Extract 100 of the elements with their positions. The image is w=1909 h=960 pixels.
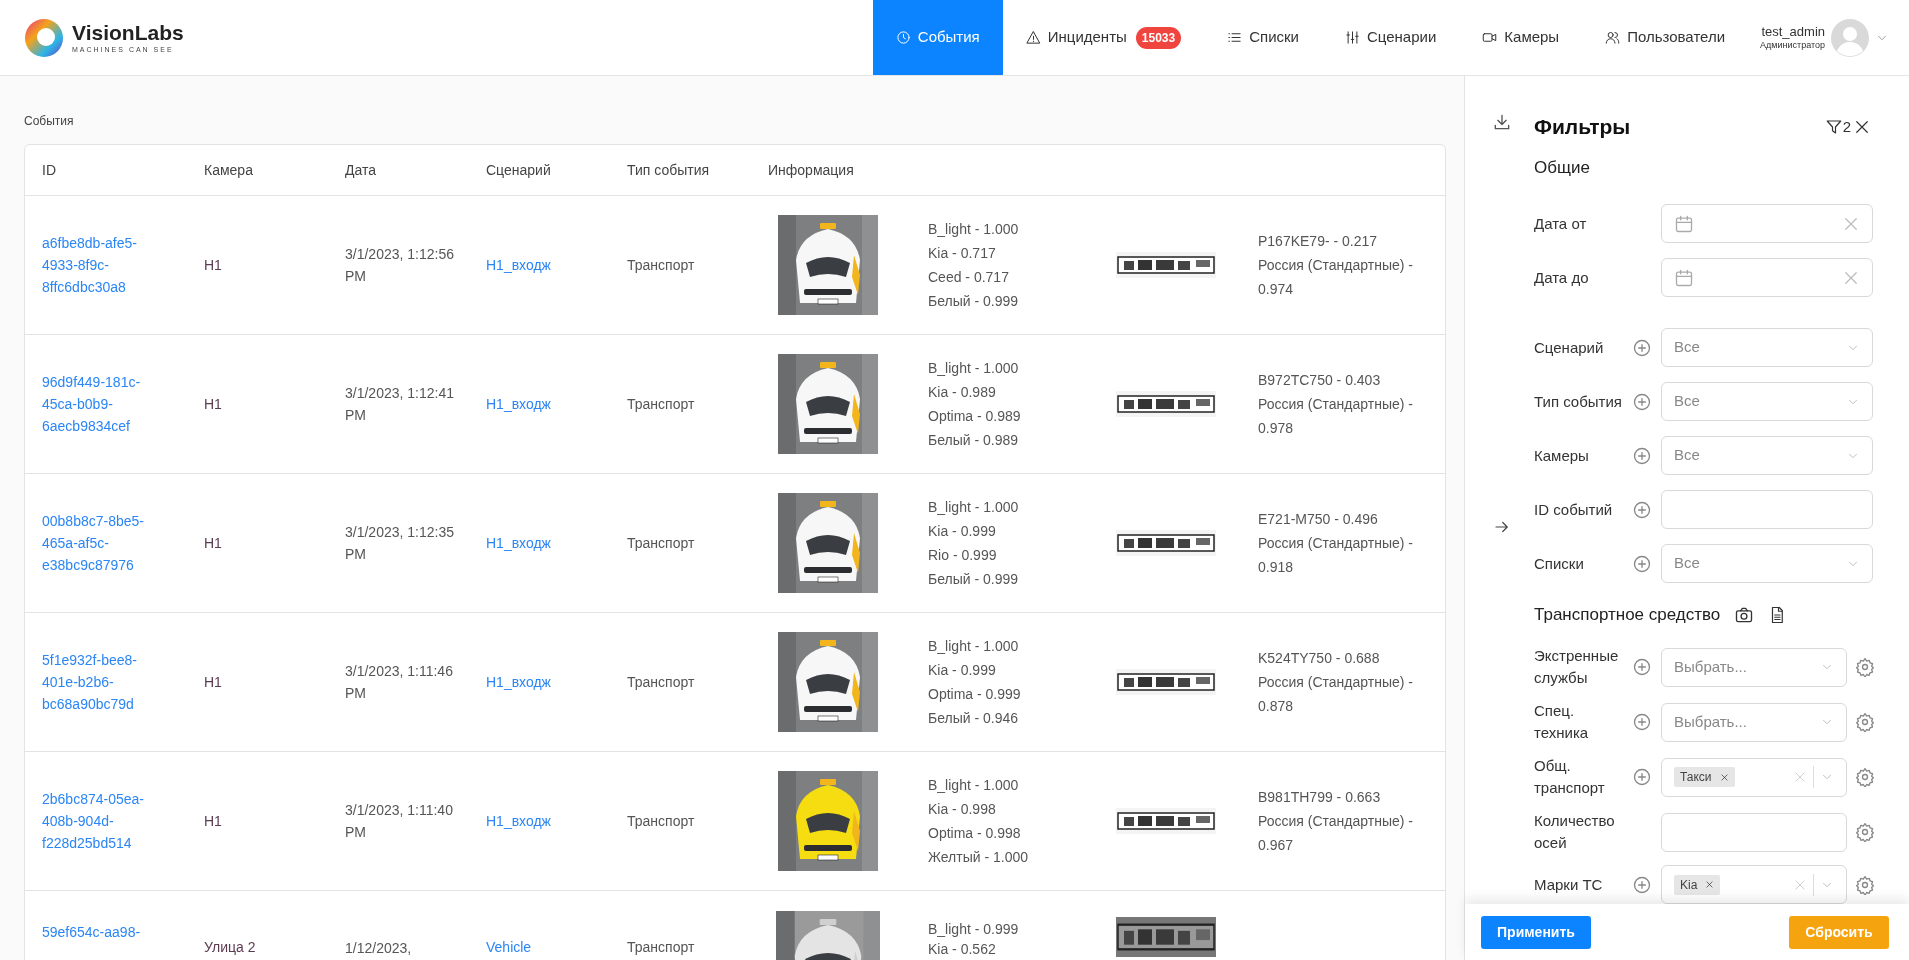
table-cell-text: 1/12/2023, [345,939,413,958]
attribute-text: Белый - 0.946 [928,709,1020,728]
input-field[interactable] [1661,490,1873,529]
add-circle-icon[interactable] [1632,553,1652,574]
scenario-link[interactable]: Vehicle [486,891,627,958]
nav-tab[interactable]: Инциденты 15033 [1002,0,1205,75]
add-circle-icon[interactable] [1632,499,1652,520]
event-id-link[interactable]: a6fbe8db-afe5-4933-8f9c-8ffc6dbc30a8 [42,232,204,298]
section-title: Транспортное средство [1534,604,1721,627]
add-circle-icon[interactable] [1632,657,1652,677]
tag-select-field[interactable]: Kia [1661,865,1847,904]
tag-label: Такси [1680,769,1712,786]
apply-button[interactable]: Применить [1481,915,1591,949]
scenario-link[interactable]: H1_входж [486,532,627,554]
plate-text: Россия (Стандартные) - 0.918 [1258,534,1414,577]
reset-button[interactable]: Сбросить [1789,915,1889,949]
table-cell-text: Транспорт [627,255,696,275]
event-id-link[interactable]: 2b6bc874-05ea-408b-904d-f228d25bd514 [42,788,204,854]
nav-tab[interactable]: Камеры [1459,0,1583,75]
select-field[interactable]: Выбрать... [1661,702,1847,742]
nav-tab[interactable]: Списки [1204,0,1322,75]
nav-tab[interactable]: События [872,0,1003,75]
select-field[interactable]: Выбрать... [1661,647,1847,687]
table-cell-text: H1 [204,672,223,692]
plate-text: K524TY750 - 0.688 [1258,649,1381,668]
add-circle-icon[interactable] [1632,767,1652,787]
attribute-text: Желтый - 1.000 [928,848,1030,867]
attribute-text: Kia - 0.998 [928,800,997,819]
section-title: Общие [1534,157,1590,180]
attribute-text: Белый - 0.989 [928,431,1020,450]
count-badge: 15033 [1135,26,1182,49]
settings-icon[interactable] [1855,712,1875,732]
select-field[interactable]: Все [1661,436,1873,475]
select-field[interactable]: Все [1661,328,1873,367]
field-label: Марки ТС [1534,874,1604,895]
tag-select-field[interactable]: Такси [1661,757,1847,797]
column-header: Камера [204,160,254,180]
filter-icon[interactable] [1824,118,1843,136]
attribute-text: Rio - 0.999 [928,546,998,565]
plate-text: B972TC750 - 0.403 [1258,371,1382,390]
close-icon[interactable] [1853,118,1871,136]
field-label: Общ. транспорт [1534,756,1606,798]
table-cell-text: H1 [204,811,223,831]
event-id-link[interactable]: 96d9f449-181c-45ca-b0b9-6aecb9834cef [42,371,204,437]
table-cell-text: 3/1/2023, 1:12:56 PM [345,245,455,286]
nav-tab[interactable]: Пользователи [1582,0,1749,75]
plate-text: P167KE79- - 0.217 [1258,232,1379,251]
plate-text: E721-M750 - 0.496 [1258,510,1379,529]
add-circle-icon[interactable] [1632,712,1652,732]
table-cell-text: 3/1/2023, 1:11:46 PM [345,662,454,703]
scenario-link[interactable]: H1_входж [486,254,627,276]
clock-icon [895,30,911,45]
user-name: test_admin [1761,23,1825,40]
field-label: Тип события [1534,391,1623,412]
camera-icon[interactable] [1734,605,1755,625]
plate-text: Россия (Стандартные) - 0.878 [1258,673,1414,716]
remove-tag-icon[interactable] [1705,880,1715,889]
scenario-link[interactable]: H1_входж [486,671,627,693]
table-cell-text: 3/1/2023, 1:12:41 PM [345,384,455,425]
settings-icon[interactable] [1855,822,1875,842]
attribute-text: Белый - 0.999 [928,570,1020,589]
remove-tag-icon[interactable] [1719,772,1729,782]
event-id-link[interactable]: 5f1e932f-bee8-401e-b2b6-bc68a90bc79d [42,649,204,715]
attribute-text: B_light - 1.000 [928,498,1020,517]
attribute-text: Optima - 0.998 [928,824,1022,843]
logo-icon [24,17,64,58]
nav-tab[interactable]: Сценарии [1321,0,1460,75]
attribute-text: Kia - 0.999 [928,661,997,680]
field-label: Дата до [1534,267,1590,288]
attribute-text: Optima - 0.989 [928,407,1022,426]
column-header: Тип события [627,160,711,180]
settings-icon[interactable] [1855,767,1875,787]
add-circle-icon[interactable] [1632,391,1652,412]
field-label: Экстренные службы [1534,646,1620,688]
brand-name: VisionLabs [72,22,184,43]
event-id-link[interactable]: 59ef654c-aa98- [42,891,204,943]
date-field[interactable] [1661,258,1873,297]
field-label: ID событий [1534,499,1614,520]
user-role: Администратор [1760,40,1825,52]
select-field[interactable]: Все [1661,544,1873,583]
warning-icon [1025,30,1041,45]
table-cell-text: Транспорт [627,672,696,692]
video-camera-icon [1482,30,1498,45]
scenario-link[interactable]: H1_входж [486,393,627,415]
event-id-link[interactable]: 00b8b8c7-8be5-465a-af5c-e38bc9c87976 [42,510,204,576]
calendar-icon [1674,213,1694,234]
add-circle-icon[interactable] [1632,874,1652,895]
settings-icon[interactable] [1855,874,1875,895]
date-field[interactable] [1661,204,1873,243]
select-field[interactable]: Все [1661,382,1873,421]
attribute-text: Kia - 0.562 [928,940,997,959]
scenario-link[interactable]: H1_входж [486,810,627,832]
input-field[interactable] [1661,812,1847,852]
add-circle-icon[interactable] [1632,337,1652,358]
settings-icon[interactable] [1855,657,1875,677]
table-cell-text: Улица 2 [204,938,257,957]
attribute-text: Kia - 0.989 [928,383,997,402]
column-header: Сценарий [486,160,552,180]
add-circle-icon[interactable] [1632,445,1652,466]
plate-text: Россия (Стандартные) - 0.978 [1258,395,1414,438]
